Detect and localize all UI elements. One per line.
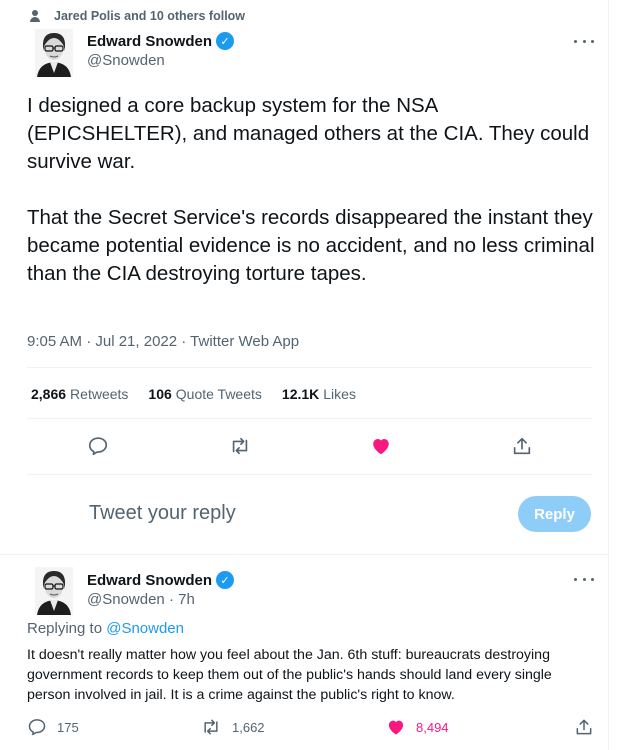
reply-input[interactable]: Tweet your reply: [89, 502, 236, 525]
verified-badge-icon: ✓: [216, 32, 235, 50]
reply-icon[interactable]: [84, 432, 112, 460]
divider: [27, 474, 592, 475]
retweet-icon: [204, 719, 218, 735]
author-handle[interactable]: @Snowden: [87, 52, 165, 69]
avatar[interactable]: [35, 29, 73, 77]
retweets-count: 2,866: [31, 386, 67, 402]
tweet-paragraph: I designed a core backup system for the …: [27, 94, 590, 173]
author-name-text: Edward Snowden: [87, 32, 213, 50]
share-action[interactable]: [574, 717, 594, 737]
replying-to: Replying to @Snowden: [27, 620, 184, 637]
tweet-timestamp[interactable]: 9:05 AM · Jul 21, 2022 · Twitter Web App: [27, 333, 299, 350]
reply-action[interactable]: 175: [27, 717, 79, 737]
engagement-stats: 2,866 Retweets 106 Quote Tweets 12.1K Likes: [31, 386, 376, 402]
tweet-text: I designed a core backup system for the …: [27, 92, 597, 316]
quote-tweets-stat[interactable]: 106 Quote Tweets: [148, 386, 262, 402]
social-context[interactable]: Jared Polis and 10 others follow: [30, 8, 245, 24]
divider: [27, 418, 592, 419]
reply-author-name[interactable]: Edward Snowden ✓: [87, 571, 235, 589]
quote-tweets-label: Quote Tweets: [175, 386, 262, 402]
reply-count: 175: [57, 719, 79, 735]
replying-to-prefix: Replying to: [27, 620, 103, 637]
reply-icon: [28, 719, 46, 736]
tweet-actions: [0, 432, 609, 460]
share-icon[interactable]: [508, 432, 536, 460]
retweet-action[interactable]: 1,662: [200, 717, 265, 737]
quote-tweets-count: 106: [148, 386, 172, 402]
retweet-icon[interactable]: [226, 432, 254, 460]
retweet-count: 1,662: [232, 719, 265, 735]
reply-button[interactable]: Reply: [518, 496, 591, 532]
tweet-paragraph: That the Secret Service's records disapp…: [27, 206, 595, 285]
reply-tweet-text: It doesn't really matter how you feel ab…: [27, 647, 552, 703]
more-options-icon[interactable]: [574, 574, 594, 584]
social-context-text: Jared Polis and 10 others follow: [54, 9, 246, 23]
more-options-icon[interactable]: [574, 36, 594, 46]
like-count: 8,494: [416, 719, 449, 735]
author-name[interactable]: Edward Snowden ✓: [87, 32, 235, 50]
likes-count: 12.1K: [281, 386, 320, 402]
like-icon[interactable]: [367, 432, 395, 460]
reply-author-name-text: Edward Snowden: [87, 571, 213, 589]
verified-badge-icon: ✓: [216, 571, 235, 589]
section-divider: [0, 554, 609, 555]
like-icon: [388, 720, 404, 735]
reply-tweet-actions: 175 1,662 8,494: [0, 717, 609, 737]
reply-avatar[interactable]: [35, 567, 73, 615]
retweets-stat[interactable]: 2,866 Retweets: [31, 386, 128, 402]
share-icon: [576, 719, 592, 735]
person-icon: [30, 10, 40, 22]
replying-to-link[interactable]: @Snowden: [106, 620, 184, 637]
likes-label: Likes: [323, 386, 356, 402]
like-action[interactable]: 8,494: [386, 717, 449, 737]
retweets-label: Retweets: [70, 386, 129, 402]
reply-handle-time[interactable]: @Snowden · 7h: [87, 591, 195, 608]
divider: [27, 367, 592, 368]
likes-stat[interactable]: 12.1K Likes: [282, 386, 356, 402]
